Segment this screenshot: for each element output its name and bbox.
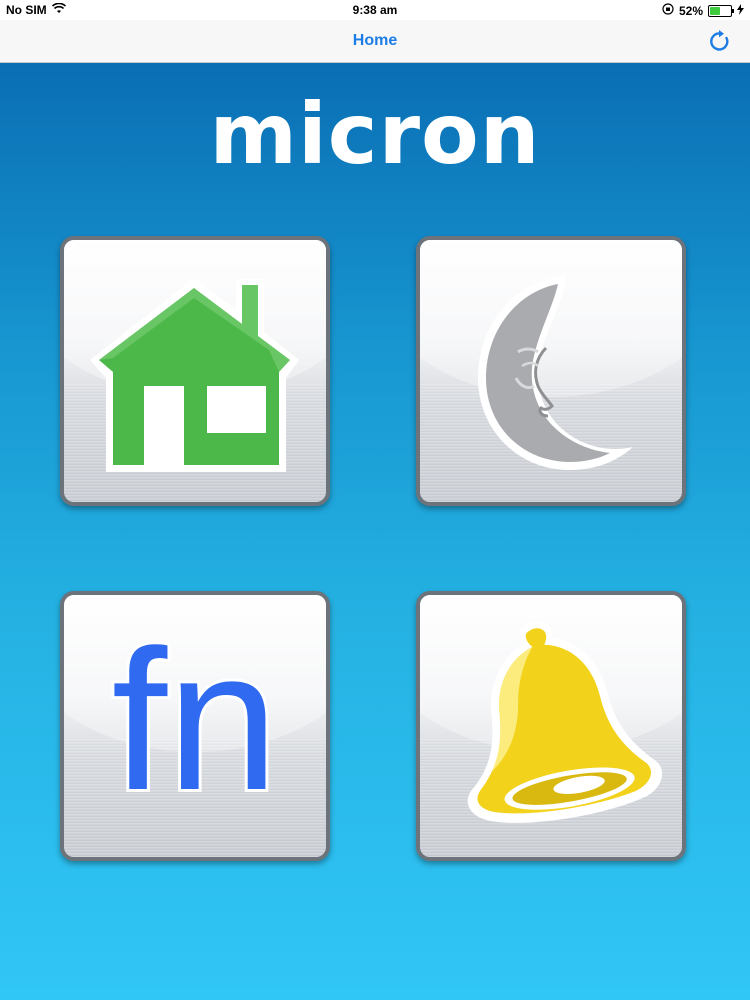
micron-logo: micron [209,85,541,183]
nav-title: Home [352,32,398,49]
home-mode-tile[interactable] [60,236,330,506]
function-tile[interactable]: fn [60,591,330,861]
refresh-icon [710,30,729,51]
home-content: micron fn [0,63,750,1000]
battery-icon [708,4,734,17]
battery-level [710,6,720,15]
orientation-lock-icon [662,3,674,18]
status-bar: No SIM 9:38 am 52% [0,0,750,20]
bell-icon [467,621,663,823]
night-mode-tile[interactable] [416,236,686,506]
battery-percent: 52% [678,3,703,18]
status-right: 52% [662,3,744,18]
house-icon [90,278,299,472]
charging-icon [737,3,744,18]
alarm-tile[interactable] [416,591,686,861]
refresh-button[interactable] [708,29,732,53]
function-label: fn [109,606,282,835]
status-time: 9:38 am [352,3,398,17]
moon-icon [478,276,633,470]
navigation-bar: Home [0,20,750,63]
